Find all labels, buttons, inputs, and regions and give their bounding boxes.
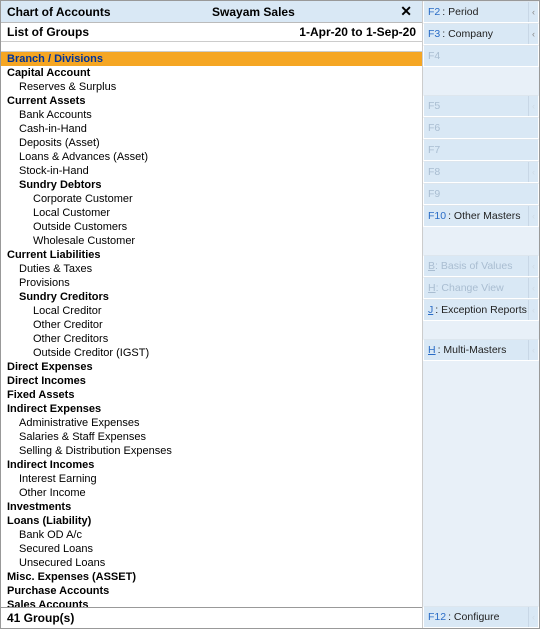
f8-button: F8 ‹ bbox=[423, 161, 539, 183]
side-gap bbox=[423, 361, 539, 606]
group-row[interactable]: Outside Creditor (IGST) bbox=[1, 346, 422, 360]
chevron-left-icon: ‹ bbox=[528, 2, 538, 22]
group-row[interactable]: Secured Loans bbox=[1, 542, 422, 556]
f4-button: F4 bbox=[423, 45, 539, 67]
f6-button: F6 bbox=[423, 117, 539, 139]
group-row[interactable]: Selling & Distribution Expenses bbox=[1, 444, 422, 458]
group-row[interactable]: Fixed Assets bbox=[1, 388, 422, 402]
content-spacer bbox=[1, 42, 422, 52]
group-row[interactable]: Interest Earning bbox=[1, 472, 422, 486]
group-row[interactable]: Direct Expenses bbox=[1, 360, 422, 374]
group-row[interactable]: Sundry Creditors bbox=[1, 290, 422, 304]
group-row[interactable]: Cash-in-Hand bbox=[1, 122, 422, 136]
exception-reports-button[interactable]: J: Exception Reports ‹ bbox=[423, 299, 539, 321]
group-row[interactable]: Sales Accounts bbox=[1, 598, 422, 607]
sub-header: List of Groups 1-Apr-20 to 1-Sep-20 bbox=[1, 23, 422, 42]
chevron-left-icon: ‹ bbox=[528, 256, 538, 276]
group-row[interactable]: Purchase Accounts bbox=[1, 584, 422, 598]
side-panel: F2: Period ‹ F3: Company ‹ F4 F5 ‹ F6 F7… bbox=[423, 1, 539, 628]
group-row[interactable]: Salaries & Staff Expenses bbox=[1, 430, 422, 444]
group-row[interactable]: Wholesale Customer bbox=[1, 234, 422, 248]
group-row[interactable]: Misc. Expenses (ASSET) bbox=[1, 570, 422, 584]
chevron-left-icon: ‹ bbox=[528, 24, 538, 44]
group-row[interactable]: Current Assets bbox=[1, 94, 422, 108]
group-row[interactable]: Bank OD A/c bbox=[1, 528, 422, 542]
group-row[interactable]: Deposits (Asset) bbox=[1, 136, 422, 150]
title-bar: Chart of Accounts Swayam Sales ✕ bbox=[1, 1, 422, 23]
chevron-left-icon: ‹ bbox=[528, 206, 538, 226]
side-gap bbox=[423, 67, 539, 95]
group-row[interactable]: Administrative Expenses bbox=[1, 416, 422, 430]
basis-of-values-button: B: Basis of Values ‹ bbox=[423, 255, 539, 277]
group-row[interactable]: Other Creditors bbox=[1, 332, 422, 346]
chevron-left-icon: ‹ bbox=[528, 96, 538, 116]
group-row[interactable]: Loans (Liability) bbox=[1, 514, 422, 528]
group-row[interactable]: Bank Accounts bbox=[1, 108, 422, 122]
group-row[interactable]: Investments bbox=[1, 500, 422, 514]
group-row[interactable]: Branch / Divisions bbox=[1, 52, 422, 66]
main-panel: Chart of Accounts Swayam Sales ✕ List of… bbox=[1, 1, 423, 628]
group-row[interactable]: Provisions bbox=[1, 276, 422, 290]
f2-period-button[interactable]: F2: Period ‹ bbox=[423, 1, 539, 23]
group-row[interactable]: Loans & Advances (Asset) bbox=[1, 150, 422, 164]
group-row[interactable]: Indirect Incomes bbox=[1, 458, 422, 472]
multi-masters-button[interactable]: H: Multi-Masters ‹ bbox=[423, 339, 539, 361]
f12-configure-button[interactable]: F12: Configure ‹ bbox=[423, 606, 539, 628]
group-row[interactable]: Corporate Customer bbox=[1, 192, 422, 206]
group-row[interactable]: Local Customer bbox=[1, 206, 422, 220]
f10-other-masters-button[interactable]: F10: Other Masters ‹ bbox=[423, 205, 539, 227]
f9-button: F9 bbox=[423, 183, 539, 205]
f5-button: F5 ‹ bbox=[423, 95, 539, 117]
close-icon[interactable]: ✕ bbox=[396, 3, 416, 20]
group-row[interactable]: Current Liabilities bbox=[1, 248, 422, 262]
group-row[interactable]: Other Creditor bbox=[1, 318, 422, 332]
group-row[interactable]: Indirect Expenses bbox=[1, 402, 422, 416]
footer-count: 41 Group(s) bbox=[1, 607, 422, 628]
f7-button: F7 bbox=[423, 139, 539, 161]
chevron-left-icon: ‹ bbox=[528, 300, 538, 320]
group-list: Branch / DivisionsCapital AccountReserve… bbox=[1, 52, 422, 607]
side-gap bbox=[423, 321, 539, 339]
chevron-left-icon: ‹ bbox=[528, 278, 538, 298]
period-range: 1-Apr-20 to 1-Sep-20 bbox=[299, 25, 416, 39]
group-row[interactable]: Stock-in-Hand bbox=[1, 164, 422, 178]
group-row[interactable]: Direct Incomes bbox=[1, 374, 422, 388]
group-row[interactable]: Duties & Taxes bbox=[1, 262, 422, 276]
f3-company-button[interactable]: F3: Company ‹ bbox=[423, 23, 539, 45]
group-row[interactable]: Unsecured Loans bbox=[1, 556, 422, 570]
chevron-left-icon: ‹ bbox=[528, 607, 538, 627]
company-name: Swayam Sales bbox=[111, 5, 397, 19]
chevron-left-icon: ‹ bbox=[528, 340, 538, 360]
change-view-button: H: Change View ‹ bbox=[423, 277, 539, 299]
group-row[interactable]: Other Income bbox=[1, 486, 422, 500]
chevron-left-icon: ‹ bbox=[528, 162, 538, 182]
group-row[interactable]: Reserves & Surplus bbox=[1, 80, 422, 94]
list-title: List of Groups bbox=[7, 25, 89, 39]
group-row[interactable]: Local Creditor bbox=[1, 304, 422, 318]
page-title: Chart of Accounts bbox=[7, 5, 111, 19]
content-area: Branch / DivisionsCapital AccountReserve… bbox=[1, 42, 422, 607]
group-row[interactable]: Sundry Debtors bbox=[1, 178, 422, 192]
group-row[interactable]: Outside Customers bbox=[1, 220, 422, 234]
group-row[interactable]: Capital Account bbox=[1, 66, 422, 80]
side-gap bbox=[423, 227, 539, 255]
